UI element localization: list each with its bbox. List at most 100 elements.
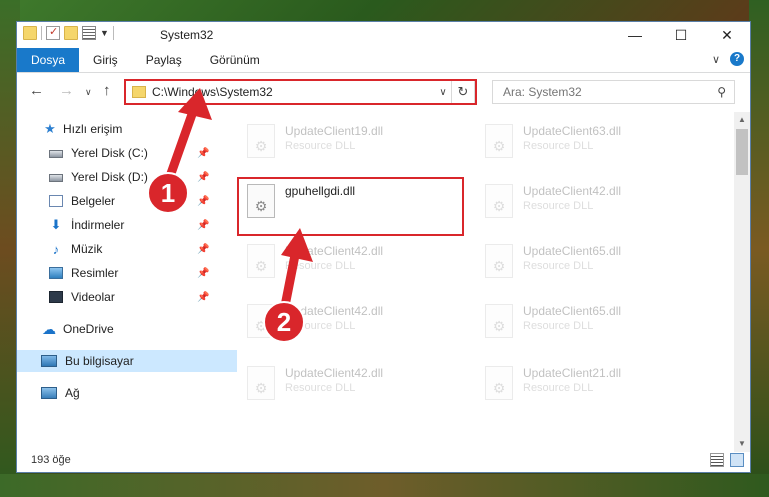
disk-icon bbox=[49, 174, 63, 182]
dll-file-icon: ⚙ bbox=[247, 244, 275, 278]
properties-check-icon[interactable] bbox=[46, 25, 60, 40]
maximize-button[interactable]: ☐ bbox=[658, 22, 704, 48]
vertical-scrollbar[interactable]: ▲ ▼ bbox=[734, 112, 750, 452]
sidebar-item-label: Videolar bbox=[71, 290, 115, 304]
sidebar-item-downloads[interactable]: ⬇ İndirmeler 📌 bbox=[17, 214, 245, 236]
desktop-wallpaper-right bbox=[749, 0, 769, 497]
pin-icon[interactable]: 📌 bbox=[197, 196, 209, 207]
dll-file-icon: ⚙ bbox=[485, 244, 513, 278]
dll-file-icon: ⚙ bbox=[485, 184, 513, 218]
window-title: System32 bbox=[160, 28, 214, 42]
pin-icon[interactable]: 📌 bbox=[197, 220, 209, 231]
sidebar-item-onedrive[interactable]: ☁ OneDrive bbox=[17, 318, 237, 340]
forward-arrow-icon[interactable]: → bbox=[59, 82, 74, 99]
properties-list-icon[interactable] bbox=[82, 26, 96, 40]
minimize-button[interactable]: — bbox=[612, 22, 658, 48]
expand-ribbon-chevron-icon[interactable]: ∨ bbox=[712, 53, 720, 66]
file-type: Resource DLL bbox=[523, 382, 594, 394]
sidebar-item-this-pc[interactable]: Bu bilgisayar bbox=[17, 350, 237, 372]
sidebar-item-label: OneDrive bbox=[63, 322, 114, 336]
recent-locations-chevron-icon[interactable]: ∨ bbox=[85, 87, 92, 98]
search-input[interactable] bbox=[501, 84, 695, 100]
sidebar-item-local-disk-d[interactable]: Yerel Disk (D:) 📌 bbox=[17, 166, 245, 188]
tab-giris[interactable]: Giriş bbox=[79, 48, 132, 72]
sidebar-item-local-disk-c[interactable]: Yerel Disk (C:) 📌 bbox=[17, 142, 245, 164]
up-arrow-icon[interactable]: ↑ bbox=[103, 82, 111, 99]
tab-paylas[interactable]: Paylaş bbox=[132, 48, 196, 72]
computer-icon bbox=[41, 355, 57, 367]
file-tile[interactable]: ⚙ UpdateClient42.dll Resource DLL bbox=[241, 298, 471, 346]
sidebar-item-label: Müzik bbox=[71, 242, 103, 256]
pin-icon[interactable]: 📌 bbox=[197, 244, 209, 255]
gear-icon: ⚙ bbox=[492, 318, 506, 334]
file-tile[interactable]: ⚙ UpdateClient65.dll Resource DLL bbox=[479, 238, 709, 286]
file-tile[interactable]: ⚙ UpdateClient42.dll Resource DLL bbox=[241, 238, 471, 286]
pin-icon[interactable]: 📌 bbox=[197, 268, 209, 279]
scroll-up-arrow-icon[interactable]: ▲ bbox=[734, 112, 750, 128]
desktop-wallpaper-bottom bbox=[0, 474, 769, 497]
sidebar-item-videos[interactable]: Videolar 📌 bbox=[17, 286, 245, 308]
sidebar-item-label: Ağ bbox=[65, 386, 80, 400]
help-icon[interactable]: ? bbox=[730, 52, 744, 66]
folder-icon[interactable] bbox=[23, 26, 37, 40]
new-folder-icon[interactable] bbox=[64, 26, 78, 40]
file-highlight bbox=[237, 177, 464, 236]
file-name: UpdateClient65.dll bbox=[523, 244, 622, 258]
file-tile[interactable]: ⚙ UpdateClient42.dll Resource DLL bbox=[241, 360, 471, 408]
file-tile[interactable]: ⚙ UpdateClient65.dll Resource DLL bbox=[479, 298, 709, 346]
gear-icon: ⚙ bbox=[254, 258, 268, 274]
back-arrow-icon[interactable]: ← bbox=[29, 82, 44, 99]
file-type: Resource DLL bbox=[285, 260, 356, 272]
file-type: Resource DLL bbox=[285, 140, 356, 152]
pin-icon[interactable]: 📌 bbox=[197, 148, 209, 159]
scrollbar-thumb[interactable] bbox=[736, 129, 748, 175]
sidebar-item-label: Resimler bbox=[71, 266, 119, 280]
gear-icon: ⚙ bbox=[254, 380, 268, 396]
tab-dosya[interactable]: Dosya bbox=[17, 48, 80, 72]
sidebar-item-label: Belgeler bbox=[71, 194, 116, 208]
customize-toolbar-dropdown-icon[interactable]: ▼ bbox=[100, 28, 109, 38]
file-tile[interactable]: ⚙ UpdateClient19.dll Resource DLL bbox=[241, 118, 471, 166]
quick-access-toolbar: ▼ bbox=[23, 25, 114, 40]
star-icon: ★ bbox=[44, 121, 56, 136]
file-tile[interactable]: ⚙ UpdateClient42.dll Resource DLL bbox=[479, 178, 709, 226]
gear-icon: ⚙ bbox=[492, 380, 506, 396]
sidebar-item-pictures[interactable]: Resimler 📌 bbox=[17, 262, 245, 284]
title-bar: ▼ System32 — ☐ ✕ bbox=[17, 22, 750, 48]
gear-icon: ⚙ bbox=[492, 198, 506, 214]
file-type: Resource DLL bbox=[523, 260, 594, 272]
file-name: UpdateClient42.dll bbox=[285, 304, 384, 318]
details-view-icon[interactable] bbox=[710, 453, 724, 467]
toolbar-divider bbox=[41, 26, 42, 40]
music-icon: ♪ bbox=[52, 241, 60, 257]
sidebar-item-quick-access[interactable]: ★ Hızlı erişim bbox=[17, 118, 239, 140]
status-bar: 193 öğe bbox=[17, 450, 750, 472]
gear-icon: ⚙ bbox=[254, 138, 268, 154]
network-icon bbox=[41, 387, 57, 399]
sidebar-item-label: Hızlı erişim bbox=[63, 122, 123, 136]
documents-icon bbox=[49, 195, 63, 207]
large-icons-view-icon[interactable] bbox=[730, 453, 744, 467]
pictures-icon bbox=[49, 267, 63, 279]
search-box[interactable]: ⚲ bbox=[492, 80, 735, 104]
sidebar-item-label: Yerel Disk (D:) bbox=[71, 170, 148, 184]
sidebar-item-documents[interactable]: Belgeler 📌 bbox=[17, 190, 245, 212]
gear-icon: ⚙ bbox=[254, 318, 268, 334]
file-type: Resource DLL bbox=[523, 200, 594, 212]
close-button[interactable]: ✕ bbox=[704, 22, 750, 48]
cloud-icon: ☁ bbox=[42, 320, 56, 337]
sidebar-item-network[interactable]: Ağ bbox=[17, 382, 237, 404]
search-icon[interactable]: ⚲ bbox=[717, 85, 726, 99]
sidebar-item-label: İndirmeler bbox=[71, 218, 125, 232]
ribbon-tabs: Dosya Giriş Paylaş Görünüm bbox=[17, 48, 750, 73]
file-explorer-window: ▼ System32 — ☐ ✕ Dosya Giriş Paylaş Görü… bbox=[16, 21, 751, 473]
file-tile[interactable]: ⚙ UpdateClient21.dll Resource DLL bbox=[479, 360, 709, 408]
pin-icon[interactable]: 📌 bbox=[197, 292, 209, 303]
file-tile[interactable]: ⚙ UpdateClient63.dll Resource DLL bbox=[479, 118, 709, 166]
dll-file-icon: ⚙ bbox=[485, 124, 513, 158]
pin-icon[interactable]: 📌 bbox=[197, 172, 209, 183]
sidebar-item-music[interactable]: ♪ Müzik 📌 bbox=[17, 238, 245, 260]
download-icon: ⬇ bbox=[50, 217, 62, 232]
tab-gorunum[interactable]: Görünüm bbox=[196, 48, 274, 72]
file-name: UpdateClient21.dll bbox=[523, 366, 622, 380]
